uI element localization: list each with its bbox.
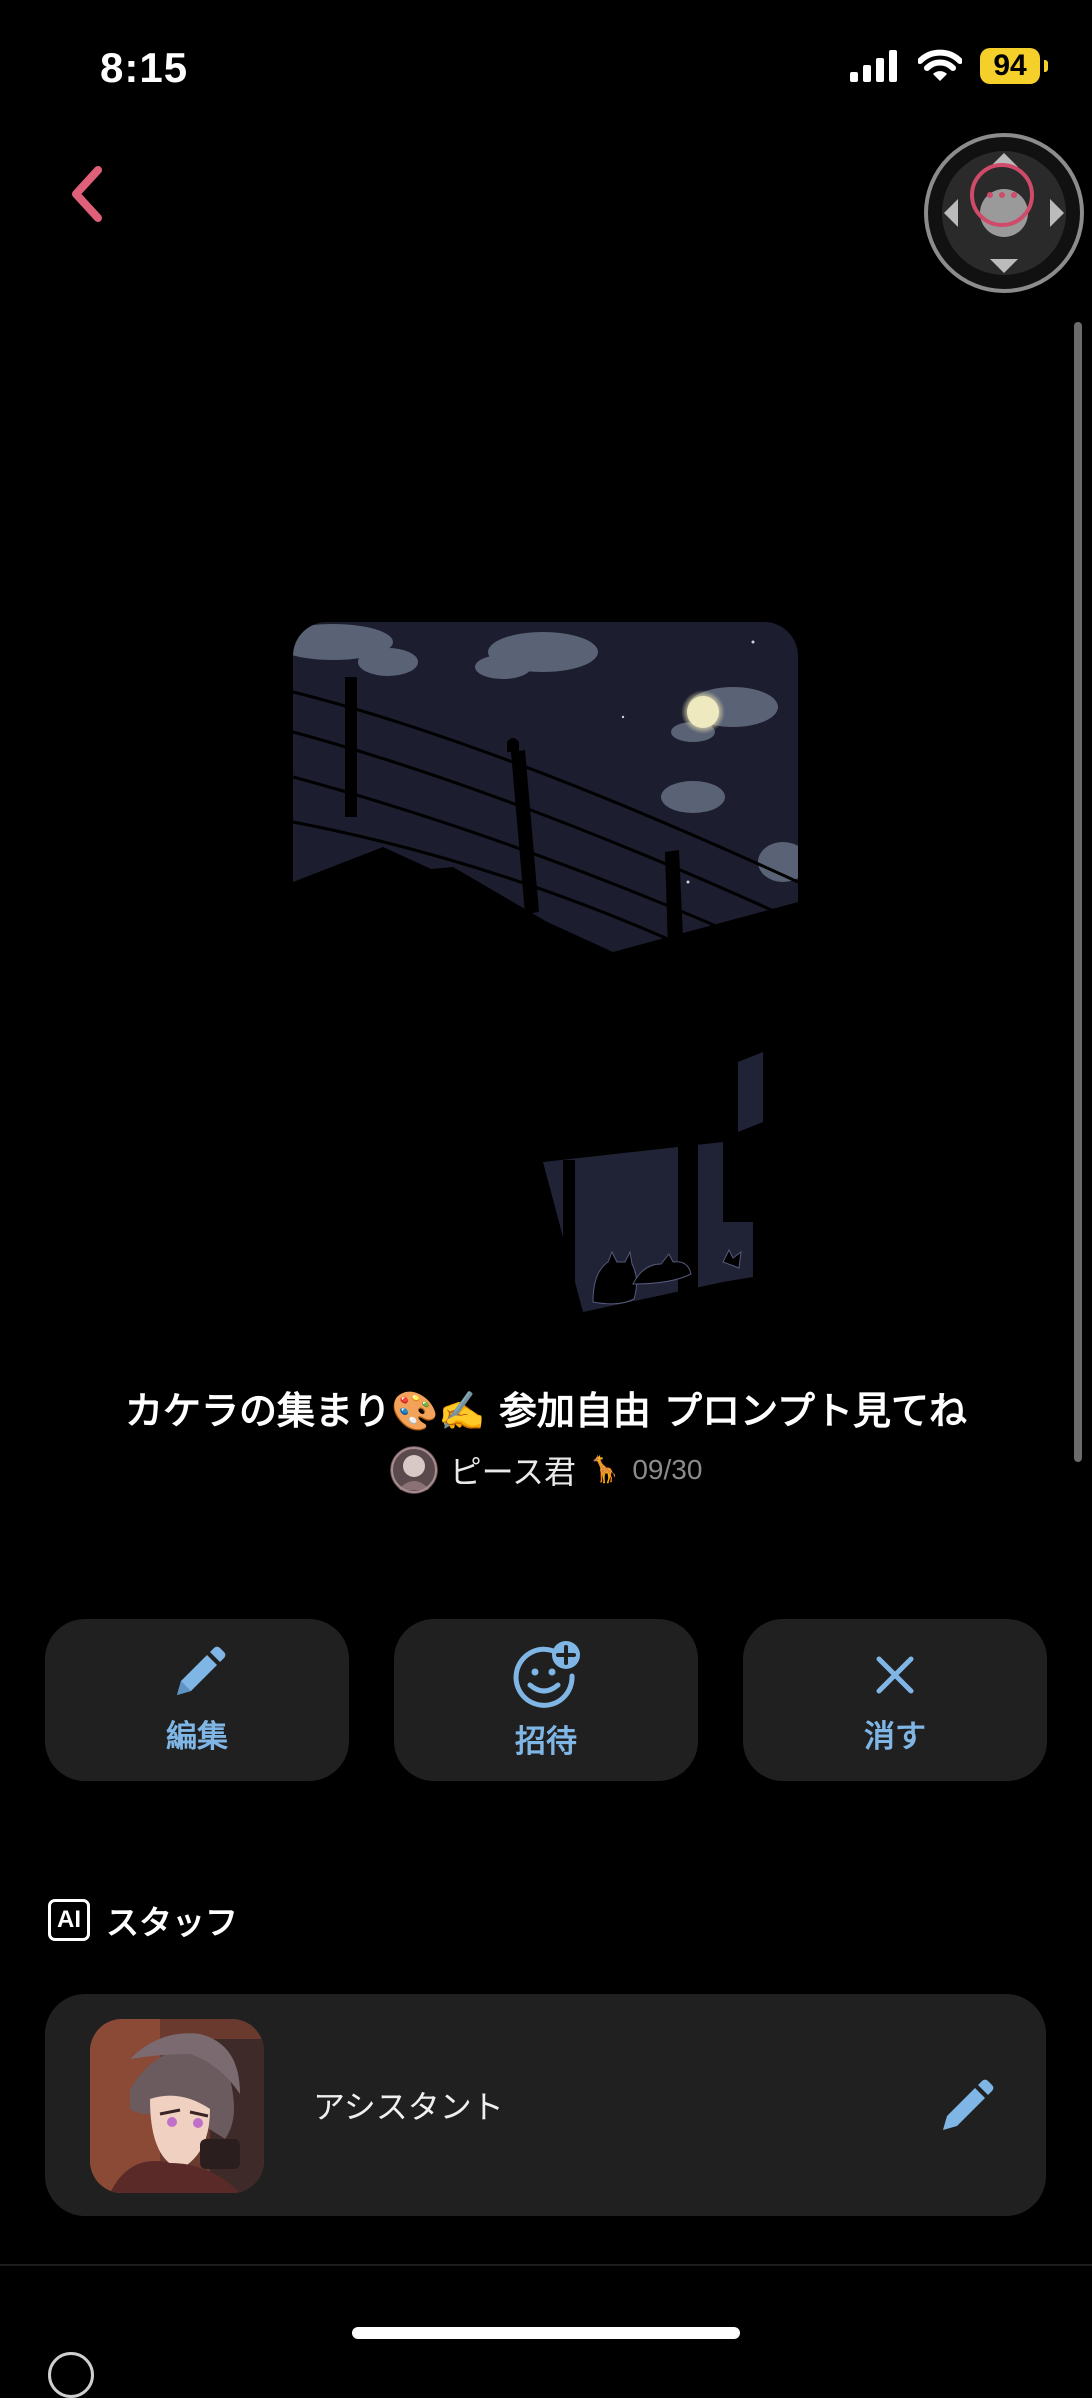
ai-badge-icon: AI	[48, 1899, 90, 1941]
clock-icon	[48, 2352, 94, 2398]
status-time: 8:15	[100, 44, 189, 91]
author-name[interactable]: ピース君	[450, 1447, 576, 1493]
invite-label: 招待	[515, 1723, 577, 1760]
staff-card[interactable]: アシスタント	[45, 1994, 1046, 2216]
cellular-signal-icon	[850, 50, 897, 82]
scrollbar[interactable]	[1074, 322, 1082, 1462]
staff-edit-pencil-icon[interactable]	[935, 2076, 995, 2136]
status-icons: 94	[850, 48, 1048, 84]
author-avatar[interactable]	[389, 1446, 438, 1494]
edit-label: 編集	[166, 1718, 228, 1755]
room-title: カケラの集まり🎨✍️ 参加自由 プロンプト見てね	[125, 1389, 967, 1433]
author-row[interactable]: ピース君 🦒 09/30	[0, 1446, 1092, 1494]
section-divider	[0, 2264, 1092, 2266]
staff-section-header: AI スタッフ	[48, 1896, 238, 1944]
invite-button[interactable]: 招待	[394, 1619, 698, 1781]
delete-button[interactable]: 消す	[743, 1619, 1047, 1781]
room-cover-image	[293, 622, 798, 1332]
author-emoji: 🦒	[587, 1455, 621, 1485]
delete-label: 消す	[864, 1718, 926, 1755]
back-chevron-icon[interactable]	[62, 164, 112, 224]
staff-avatar[interactable]	[90, 2019, 264, 2193]
add-smile-icon	[513, 1640, 580, 1708]
pencil-icon	[177, 1646, 226, 1695]
assistive-touch-dpad-icon[interactable]	[924, 133, 1084, 293]
staff-name: アシスタント	[313, 2088, 504, 2126]
edit-button[interactable]: 編集	[45, 1619, 349, 1781]
close-icon	[876, 1656, 914, 1693]
home-indicator[interactable]	[352, 2327, 740, 2339]
staff-section-title: スタッフ	[106, 1903, 238, 1942]
battery-indicator: 94	[980, 48, 1048, 84]
wifi-icon	[918, 49, 962, 81]
room-date: 09/30	[632, 1454, 703, 1485]
